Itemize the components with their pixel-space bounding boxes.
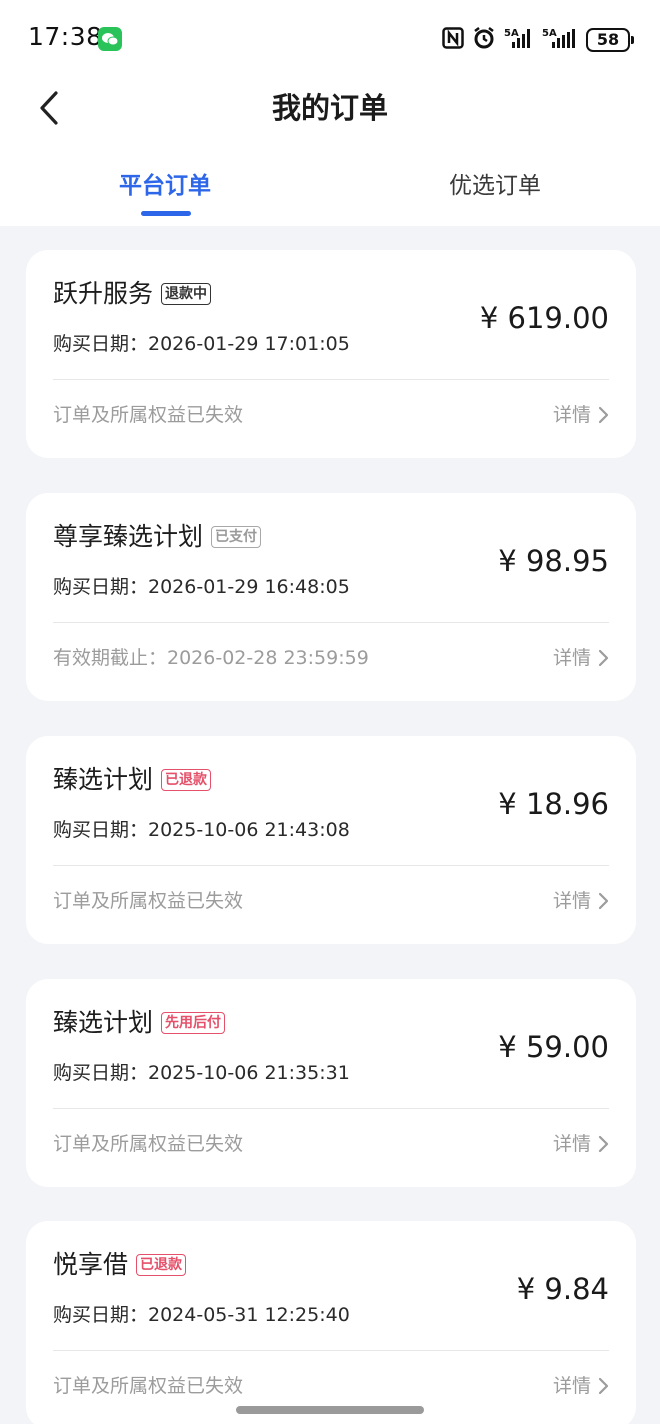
order-note: 订单及所属权益已失效 [53, 404, 244, 426]
order-card[interactable]: 跃升服务 退款中 购买日期：2026-01-29 17:01:05 ¥ 619.… [26, 250, 636, 458]
detail-link[interactable]: 详情 [553, 887, 609, 915]
order-name: 臻选计划 [53, 1008, 154, 1037]
detail-label: 详情 [552, 647, 591, 669]
order-name: 跃升服务 [53, 279, 154, 308]
status-bar: 17:38 5A 5A 58 [0, 0, 660, 78]
divider [53, 622, 609, 623]
order-note: 订单及所属权益已失效 [53, 890, 244, 912]
chevron-right-icon [598, 1135, 609, 1153]
battery-indicator: 58 [586, 28, 634, 52]
purchase-date: 购买日期：2024-05-31 12:25:40 [53, 1304, 350, 1326]
divider [53, 865, 609, 866]
order-card[interactable]: 悦享借 已退款 购买日期：2024-05-31 12:25:40 ¥ 9.84 … [26, 1221, 636, 1424]
divider [53, 1108, 609, 1109]
alarm-icon [472, 26, 496, 54]
order-note: 订单及所属权益已失效 [53, 1133, 244, 1155]
signal-5g-icon-2: 5A [542, 26, 578, 54]
order-price: ¥ 59.00 [498, 1030, 609, 1064]
signal-5g-icon-1: 5A [504, 26, 534, 54]
tab-preferred-orders[interactable]: 优选订单 [449, 170, 541, 202]
svg-text:5A: 5A [542, 28, 557, 39]
tab-platform-orders[interactable]: 平台订单 [119, 170, 211, 202]
purchase-date: 购买日期：2026-01-29 16:48:05 [53, 576, 350, 598]
status-badge: 已支付 [211, 526, 262, 548]
status-badge: 退款中 [161, 283, 212, 305]
detail-label: 详情 [552, 1133, 591, 1155]
chevron-right-icon [598, 892, 609, 910]
divider [53, 1350, 609, 1351]
status-time: 17:38 [28, 22, 103, 51]
wechat-notification-icon [98, 27, 122, 51]
detail-label: 详情 [552, 890, 591, 912]
page-title: 我的订单 [271, 91, 388, 125]
status-badge: 先用后付 [161, 1012, 226, 1034]
nfc-icon [442, 27, 464, 53]
order-name: 尊享臻选计划 [53, 522, 204, 551]
order-card[interactable]: 臻选计划 先用后付 购买日期：2025-10-06 21:35:31 ¥ 59.… [26, 979, 636, 1187]
status-badge: 已退款 [161, 769, 212, 791]
order-price: ¥ 619.00 [479, 301, 609, 335]
detail-link[interactable]: 详情 [553, 401, 609, 429]
chevron-right-icon [598, 406, 609, 424]
detail-label: 详情 [552, 404, 591, 426]
order-card[interactable]: 尊享臻选计划 已支付 购买日期：2026-01-29 16:48:05 ¥ 98… [26, 493, 636, 701]
svg-text:5A: 5A [504, 28, 519, 39]
detail-link[interactable]: 详情 [553, 644, 609, 672]
detail-link[interactable]: 详情 [553, 1130, 609, 1158]
purchase-date: 购买日期：2025-10-06 21:43:08 [53, 819, 350, 841]
order-price: ¥ 98.95 [498, 544, 609, 578]
order-note: 订单及所属权益已失效 [53, 1375, 244, 1397]
order-note: 有效期截止：2026-02-28 23:59:59 [53, 647, 369, 669]
chevron-right-icon [598, 649, 609, 667]
home-indicator[interactable] [236, 1406, 424, 1414]
purchase-date: 购买日期：2026-01-29 17:01:05 [53, 333, 350, 355]
purchase-date: 购买日期：2025-10-06 21:35:31 [53, 1062, 350, 1084]
status-icons: 5A 5A 58 [442, 26, 634, 54]
detail-label: 详情 [552, 1375, 591, 1397]
detail-link[interactable]: 详情 [553, 1372, 609, 1400]
order-name: 悦享借 [53, 1250, 129, 1279]
active-tab-indicator [141, 211, 191, 216]
order-price: ¥ 18.96 [498, 787, 609, 821]
divider [53, 379, 609, 380]
status-badge: 已退款 [136, 1254, 187, 1276]
order-price: ¥ 9.84 [516, 1272, 609, 1306]
order-name: 臻选计划 [53, 765, 154, 794]
order-card[interactable]: 臻选计划 已退款 购买日期：2025-10-06 21:43:08 ¥ 18.9… [26, 736, 636, 944]
chevron-right-icon [598, 1377, 609, 1395]
